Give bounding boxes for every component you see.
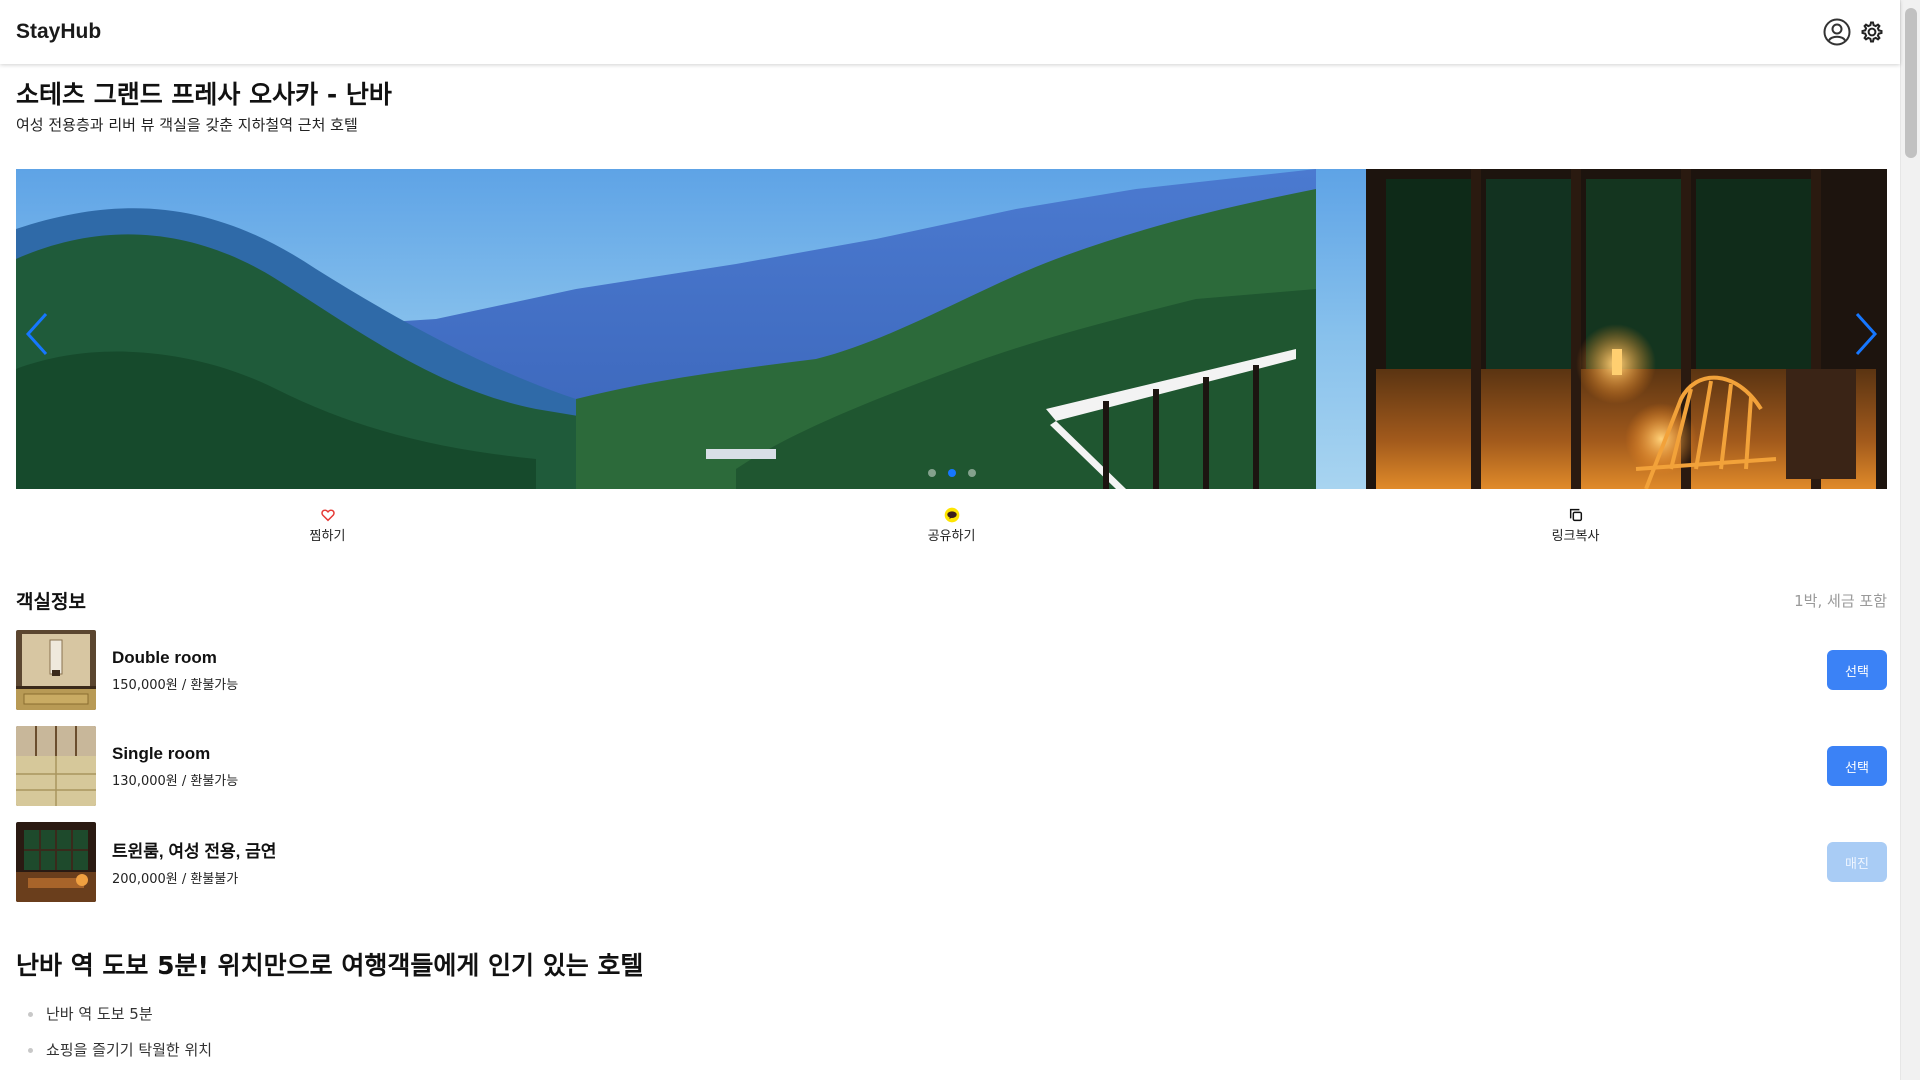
kakao-talk-icon	[944, 507, 960, 523]
room-price: 150,000원 / 환불가능	[112, 677, 239, 693]
scrollbar-thumb[interactable]	[1905, 8, 1917, 158]
carousel-next-button[interactable]	[1851, 309, 1881, 359]
action-label: 링크복사	[1551, 528, 1600, 544]
room-item: 트윈룸, 여성 전용, 금연 200,000원 / 환불불가 매진	[16, 822, 1887, 902]
chevron-left-icon	[25, 312, 48, 356]
wishlist-button[interactable]: 찜하기	[16, 505, 639, 545]
carousel-pagination	[16, 469, 1887, 477]
gear-icon[interactable]	[1860, 20, 1884, 44]
room-section-title: 객실정보	[16, 591, 86, 613]
sold-out-button[interactable]: 매진	[1827, 842, 1887, 882]
feature-item: 난바 역 도보 5분	[16, 1004, 1887, 1040]
hotel-photo	[16, 169, 1887, 489]
hotel-detail-page: 소테츠 그랜드 프레사 오사카 - 난바 여성 전용층과 리버 뷰 객실을 갖춘…	[16, 64, 1887, 1076]
carousel-dot[interactable]	[927, 469, 936, 477]
header-icons	[1822, 17, 1884, 47]
room-name: 트윈룸, 여성 전용, 금연	[112, 842, 277, 861]
chevron-right-icon	[1855, 312, 1878, 356]
room-thumbnail[interactable]	[16, 822, 96, 902]
brand-logo[interactable]: StayHub	[16, 20, 101, 44]
room-item: Double room 150,000원 / 환불가능 선택	[16, 630, 1887, 710]
feature-item: 쇼핑을 즐기기 탁월한 위치	[16, 1040, 1887, 1076]
select-room-button[interactable]: 선택	[1827, 650, 1887, 690]
room-thumbnail[interactable]	[16, 630, 96, 710]
price-note: 1박, 세금 포함	[1794, 592, 1887, 610]
carousel-dot[interactable]	[947, 469, 956, 477]
copy-link-button[interactable]: 링크복사	[1264, 505, 1887, 545]
feature-list: 난바 역 도보 5분 쇼핑을 즐기기 탁월한 위치	[16, 1004, 1887, 1076]
room-list: Double room 150,000원 / 환불가능 선택 Single ro…	[16, 630, 1887, 902]
action-label: 공유하기	[927, 528, 976, 544]
hotel-subtitle: 여성 전용층과 리버 뷰 객실을 갖춘 지하철역 근처 호텔	[16, 116, 358, 134]
room-price: 130,000원 / 환불가능	[112, 773, 239, 789]
copy-icon	[1568, 507, 1584, 523]
share-button[interactable]: 공유하기	[640, 505, 1263, 545]
action-label: 찜하기	[309, 528, 346, 544]
page-scrollbar[interactable]	[1900, 0, 1920, 1080]
carousel-prev-button[interactable]	[22, 309, 52, 359]
description-headline: 난바 역 도보 5분! 위치만으로 여행객들에게 인기 있는 호텔	[16, 951, 644, 980]
select-room-button[interactable]: 선택	[1827, 746, 1887, 786]
room-item: Single room 130,000원 / 환불가능 선택	[16, 726, 1887, 806]
room-name: Single room	[112, 743, 211, 763]
room-section-header: 객실정보 1박, 세금 포함	[16, 587, 1887, 614]
heart-icon	[320, 507, 336, 523]
room-thumbnail[interactable]	[16, 726, 96, 806]
photo-carousel[interactable]	[16, 169, 1887, 489]
room-price: 200,000원 / 환불불가	[112, 872, 239, 887]
action-bar: 찜하기 공유하기 링크복사	[16, 505, 1887, 545]
carousel-dot[interactable]	[967, 469, 976, 477]
user-circle-icon[interactable]	[1822, 17, 1852, 47]
room-name: Double room	[112, 647, 217, 667]
hotel-title: 소테츠 그랜드 프레사 오사카 - 난바	[16, 80, 392, 109]
top-navigation-bar: StayHub	[0, 0, 1900, 64]
